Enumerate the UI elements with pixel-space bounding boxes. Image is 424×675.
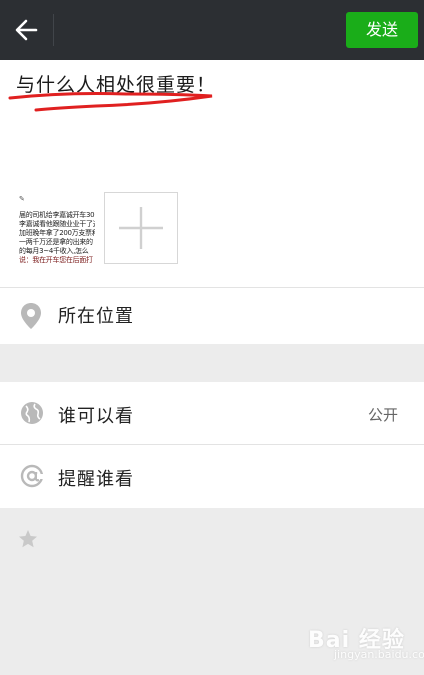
section-gap xyxy=(0,344,424,382)
thumbnail-line: 一两千万还是拿的出来的 xyxy=(19,238,93,246)
location-label: 所在位置 xyxy=(58,306,134,327)
add-photo-button[interactable] xyxy=(104,192,178,264)
globe-icon xyxy=(21,402,43,424)
mention-row[interactable]: 提醒谁看 xyxy=(0,445,424,507)
arrow-left-icon xyxy=(15,19,38,41)
location-row[interactable]: 所在位置 xyxy=(0,288,424,344)
location-pin-icon xyxy=(21,303,41,329)
send-button[interactable]: 发送 xyxy=(346,12,418,48)
image-thumbnail[interactable]: ✎ 届的司机给李嘉诚开车30 李嘉诚看他跟随业业干了这 加班晚年拿了200万支票… xyxy=(19,193,95,266)
visibility-value: 公开 xyxy=(367,406,398,424)
baidu-watermark-url: jingyan.baidu.com xyxy=(334,648,424,661)
thumbnail-line: 说：我在开车您在后面打 xyxy=(19,256,93,264)
back-button[interactable] xyxy=(0,0,52,60)
thumbnail-line: 李嘉诚看他跟随业业干了这 xyxy=(19,220,95,228)
top-bar-divider xyxy=(53,14,54,46)
star-icon[interactable] xyxy=(18,529,38,549)
annotation-underline xyxy=(8,92,213,112)
top-bar: 发送 xyxy=(0,0,424,60)
thumbnail-line: 届的司机给李嘉诚开车30 xyxy=(19,211,95,219)
at-icon xyxy=(20,464,44,488)
thumbnail-line: 加班晚年拿了200万支票和 xyxy=(19,229,95,237)
visibility-row[interactable]: 谁可以看 公开 xyxy=(0,382,424,444)
plus-icon xyxy=(119,207,163,249)
mention-label: 提醒谁看 xyxy=(58,469,134,490)
visibility-label: 谁可以看 xyxy=(58,406,134,427)
thumbnail-line: 的每月3~4千收入,怎么 xyxy=(19,247,89,255)
